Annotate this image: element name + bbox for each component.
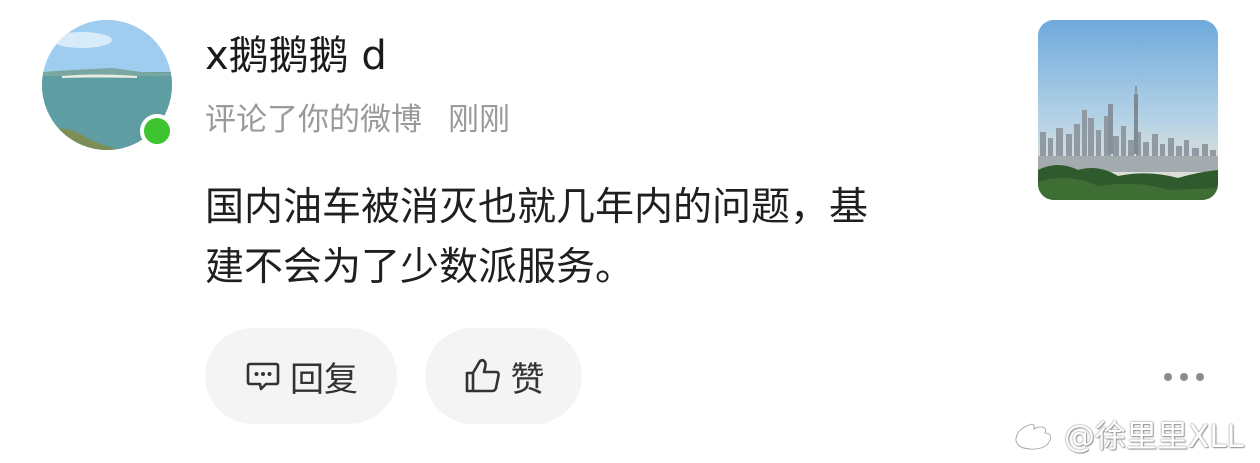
username[interactable]: x鹅鹅鹅 d: [205, 30, 387, 82]
user-avatar-container[interactable]: [42, 20, 174, 150]
city-skyline-image: [1038, 20, 1218, 200]
thumbs-up-icon: [463, 356, 503, 396]
more-dots-icon: [1164, 373, 1172, 381]
more-dots-icon: [1196, 373, 1204, 381]
notification-meta: 评论了你的微博 刚刚: [205, 98, 510, 142]
watermark-text: @徐里里XLL: [1064, 418, 1244, 455]
like-label: 赞: [510, 359, 545, 400]
reply-button[interactable]: 回复: [205, 328, 397, 424]
more-dots-icon: [1180, 373, 1188, 381]
weibo-watermark: @徐里里XLL: [1012, 412, 1244, 455]
comment-text[interactable]: 国内油车被消灭也就几年内的问题，基 建不会为了少数派服务。: [205, 178, 1005, 298]
original-post-thumbnail[interactable]: [1038, 20, 1218, 200]
timestamp: 刚刚: [448, 102, 510, 138]
online-status-dot: [140, 114, 174, 148]
comment-bubble-icon: [244, 357, 282, 395]
weibo-logo-icon: [1012, 414, 1060, 452]
action-text: 评论了你的微博: [205, 102, 422, 138]
comment-line: 国内油车被消灭也就几年内的问题，基: [205, 185, 869, 230]
like-button[interactable]: 赞: [425, 328, 582, 424]
comment-line: 建不会为了少数派服务。: [205, 245, 635, 290]
more-options-button[interactable]: [1164, 362, 1204, 392]
reply-label: 回复: [290, 359, 358, 400]
